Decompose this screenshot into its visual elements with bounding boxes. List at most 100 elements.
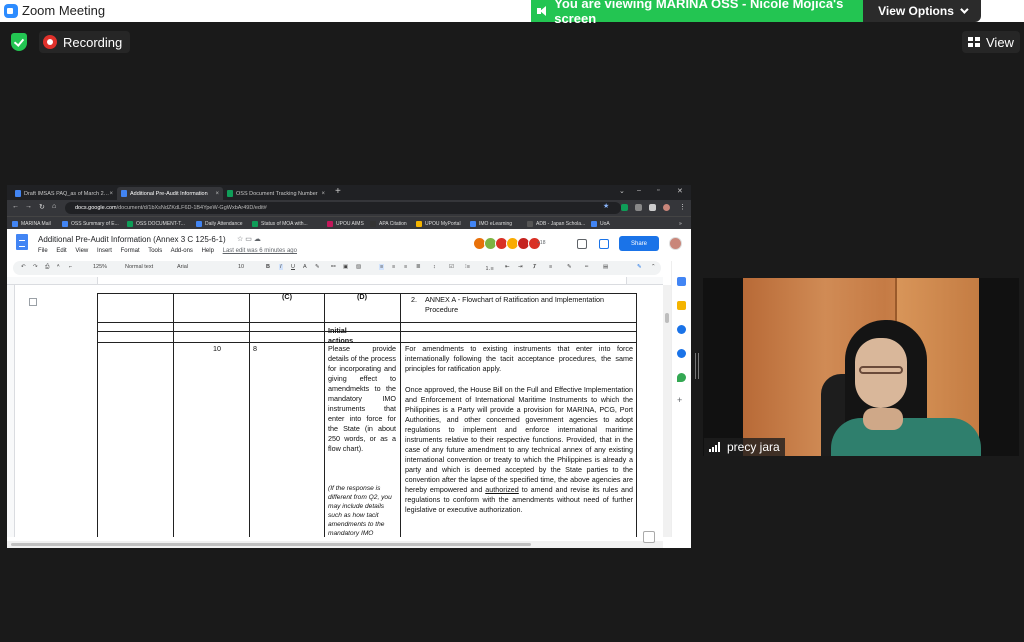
bookmark-item[interactable]: UoA [591, 218, 610, 229]
star-icon[interactable]: ☆ [237, 236, 243, 243]
menu-help[interactable]: Help [202, 248, 214, 254]
bookmark-item[interactable]: UPOU MyPortal [416, 218, 461, 229]
insert-image-icon[interactable]: ▨ [356, 264, 361, 270]
zoom-select[interactable]: 125% [93, 264, 107, 270]
background-color-icon[interactable]: ▤ [603, 264, 608, 270]
participant-video[interactable] [703, 278, 1019, 456]
keep-icon[interactable] [677, 301, 686, 310]
checklist-icon[interactable]: ☑ [449, 264, 454, 270]
view-layout-button[interactable]: View [962, 31, 1020, 53]
layout-splitter-handle[interactable] [695, 353, 699, 379]
bookmark-item[interactable]: APA Citation [370, 218, 407, 229]
bookmark-item[interactable]: UPOU AIMS [327, 218, 364, 229]
font-select[interactable]: Arial [177, 264, 188, 270]
menu-edit[interactable]: Edit [56, 248, 66, 254]
italic-icon[interactable]: I [279, 264, 283, 270]
forward-icon[interactable]: → [25, 203, 32, 210]
document-title[interactable]: Additional Pre-Audit Information (Annex … [38, 235, 226, 244]
profile-icon[interactable] [663, 204, 670, 211]
document-outline-icon[interactable] [29, 298, 37, 306]
bookmark-item[interactable]: OSS DOCUMENT-T... [127, 218, 185, 229]
close-tab-icon[interactable]: × [215, 191, 219, 197]
border-width-icon[interactable]: ≡ [549, 264, 552, 270]
vertical-scrollbar[interactable] [663, 285, 671, 537]
style-select[interactable]: Normal text [125, 264, 153, 270]
bookmark-item[interactable]: ADB - Japan Schola... [527, 218, 585, 229]
extension-icon[interactable] [621, 204, 628, 211]
star-icon[interactable]: ★ [603, 202, 610, 210]
bookmark-item[interactable]: IMO eLearning [470, 218, 512, 229]
bookmark-item[interactable]: MARINA Mail [12, 218, 51, 229]
border-dash-icon[interactable]: ┅ [585, 264, 588, 270]
bookmarks-overflow-icon[interactable]: » [679, 218, 682, 229]
recording-indicator[interactable]: Recording [39, 31, 131, 53]
contacts-icon[interactable] [677, 349, 686, 358]
text-color-icon[interactable]: A [303, 264, 307, 270]
reading-list-icon[interactable] [649, 204, 656, 211]
browser-tab-draft[interactable]: Draft IMSAS PAQ_as of March 2… × [11, 187, 117, 200]
add-comment-icon[interactable]: ▣ [343, 264, 348, 270]
bold-icon[interactable]: B [266, 264, 270, 270]
puzzle-icon[interactable] [635, 204, 642, 211]
paint-format-icon[interactable]: ⌐ [69, 264, 72, 270]
reload-icon[interactable]: ↻ [39, 203, 45, 211]
comment-icon[interactable] [577, 239, 587, 249]
browser-tab-preaudit[interactable]: Additional Pre-Audit Information × [117, 187, 223, 200]
border-color-icon[interactable]: ✎ [567, 264, 572, 270]
menu-addons[interactable]: Add-ons [171, 248, 193, 254]
numbered-list-icon[interactable]: ⒈≡ [485, 264, 494, 272]
align-right-icon[interactable]: ≡ [404, 264, 407, 270]
underline-icon[interactable]: U [291, 264, 295, 270]
horizontal-ruler[interactable] [7, 277, 663, 285]
menu-format[interactable]: Format [121, 248, 140, 254]
decrease-indent-icon[interactable]: ⇤ [505, 264, 510, 270]
bookmark-item[interactable]: Status of MOA with... [252, 218, 308, 229]
justify-icon[interactable]: ≣ [416, 264, 421, 270]
chevron-down-icon[interactable]: ⌄ [619, 187, 625, 195]
bulleted-list-icon[interactable]: ⁝≡ [465, 264, 470, 270]
minimize-icon[interactable]: – [637, 187, 641, 194]
move-folder-icon[interactable]: ▭ [245, 236, 252, 243]
back-icon[interactable]: ← [12, 203, 19, 210]
present-icon[interactable] [599, 239, 609, 249]
bookmark-item[interactable]: Daily Attendance [196, 218, 243, 229]
explore-icon[interactable] [643, 531, 655, 543]
view-options-button[interactable]: View Options [863, 0, 981, 22]
highlight-icon[interactable]: ✎ [315, 264, 320, 270]
align-left-icon[interactable]: ≡ [379, 264, 385, 270]
close-tab-icon[interactable]: × [109, 191, 113, 197]
home-icon[interactable]: ⌂ [52, 203, 56, 210]
editing-mode-icon[interactable]: ✎ [637, 264, 642, 270]
close-tab-icon[interactable]: × [321, 191, 325, 197]
collaborator-avatars[interactable] [473, 237, 541, 251]
maximize-icon[interactable]: ▫ [657, 187, 659, 194]
undo-icon[interactable]: ↶ [21, 264, 26, 270]
link-icon[interactable]: ⚯ [331, 264, 336, 270]
browser-tab-oss[interactable]: OSS Document Tracking Number × [223, 187, 329, 200]
align-center-icon[interactable]: ≡ [392, 264, 395, 270]
share-button[interactable]: Share [619, 236, 659, 251]
vertical-ruler[interactable] [7, 285, 15, 537]
clear-formatting-icon[interactable]: Ⱦ [533, 264, 536, 270]
print-icon[interactable]: ⎙ [45, 264, 49, 271]
more-menu-icon[interactable]: ⋮ [679, 203, 686, 211]
new-tab-icon[interactable]: + [335, 186, 341, 197]
url-bar[interactable]: docs.google.com/document/d/1bXsNdZKdLF6D… [65, 202, 621, 214]
redo-icon[interactable]: ↷ [33, 264, 38, 270]
menu-file[interactable]: File [38, 248, 48, 254]
horizontal-scrollbar[interactable] [7, 541, 663, 548]
collapse-toolbar-icon[interactable]: ⌃ [651, 264, 656, 270]
calendar-icon[interactable] [677, 277, 686, 286]
maps-icon[interactable] [677, 373, 686, 382]
menu-insert[interactable]: Insert [97, 248, 112, 254]
account-avatar[interactable] [669, 237, 682, 250]
google-docs-icon[interactable] [16, 234, 28, 250]
increase-indent-icon[interactable]: ⇥ [518, 264, 523, 270]
tasks-icon[interactable] [677, 325, 686, 334]
spellcheck-icon[interactable]: ᴬ [57, 264, 60, 270]
security-shield-icon[interactable] [11, 33, 27, 51]
document-canvas[interactable]: (C) (D) 2. ANNEX A - Flowchart of Ratifi… [15, 285, 663, 537]
add-on-plus-icon[interactable]: + [677, 395, 682, 405]
menu-tools[interactable]: Tools [148, 248, 162, 254]
last-edit-link[interactable]: Last edit was 6 minutes ago [223, 248, 297, 254]
